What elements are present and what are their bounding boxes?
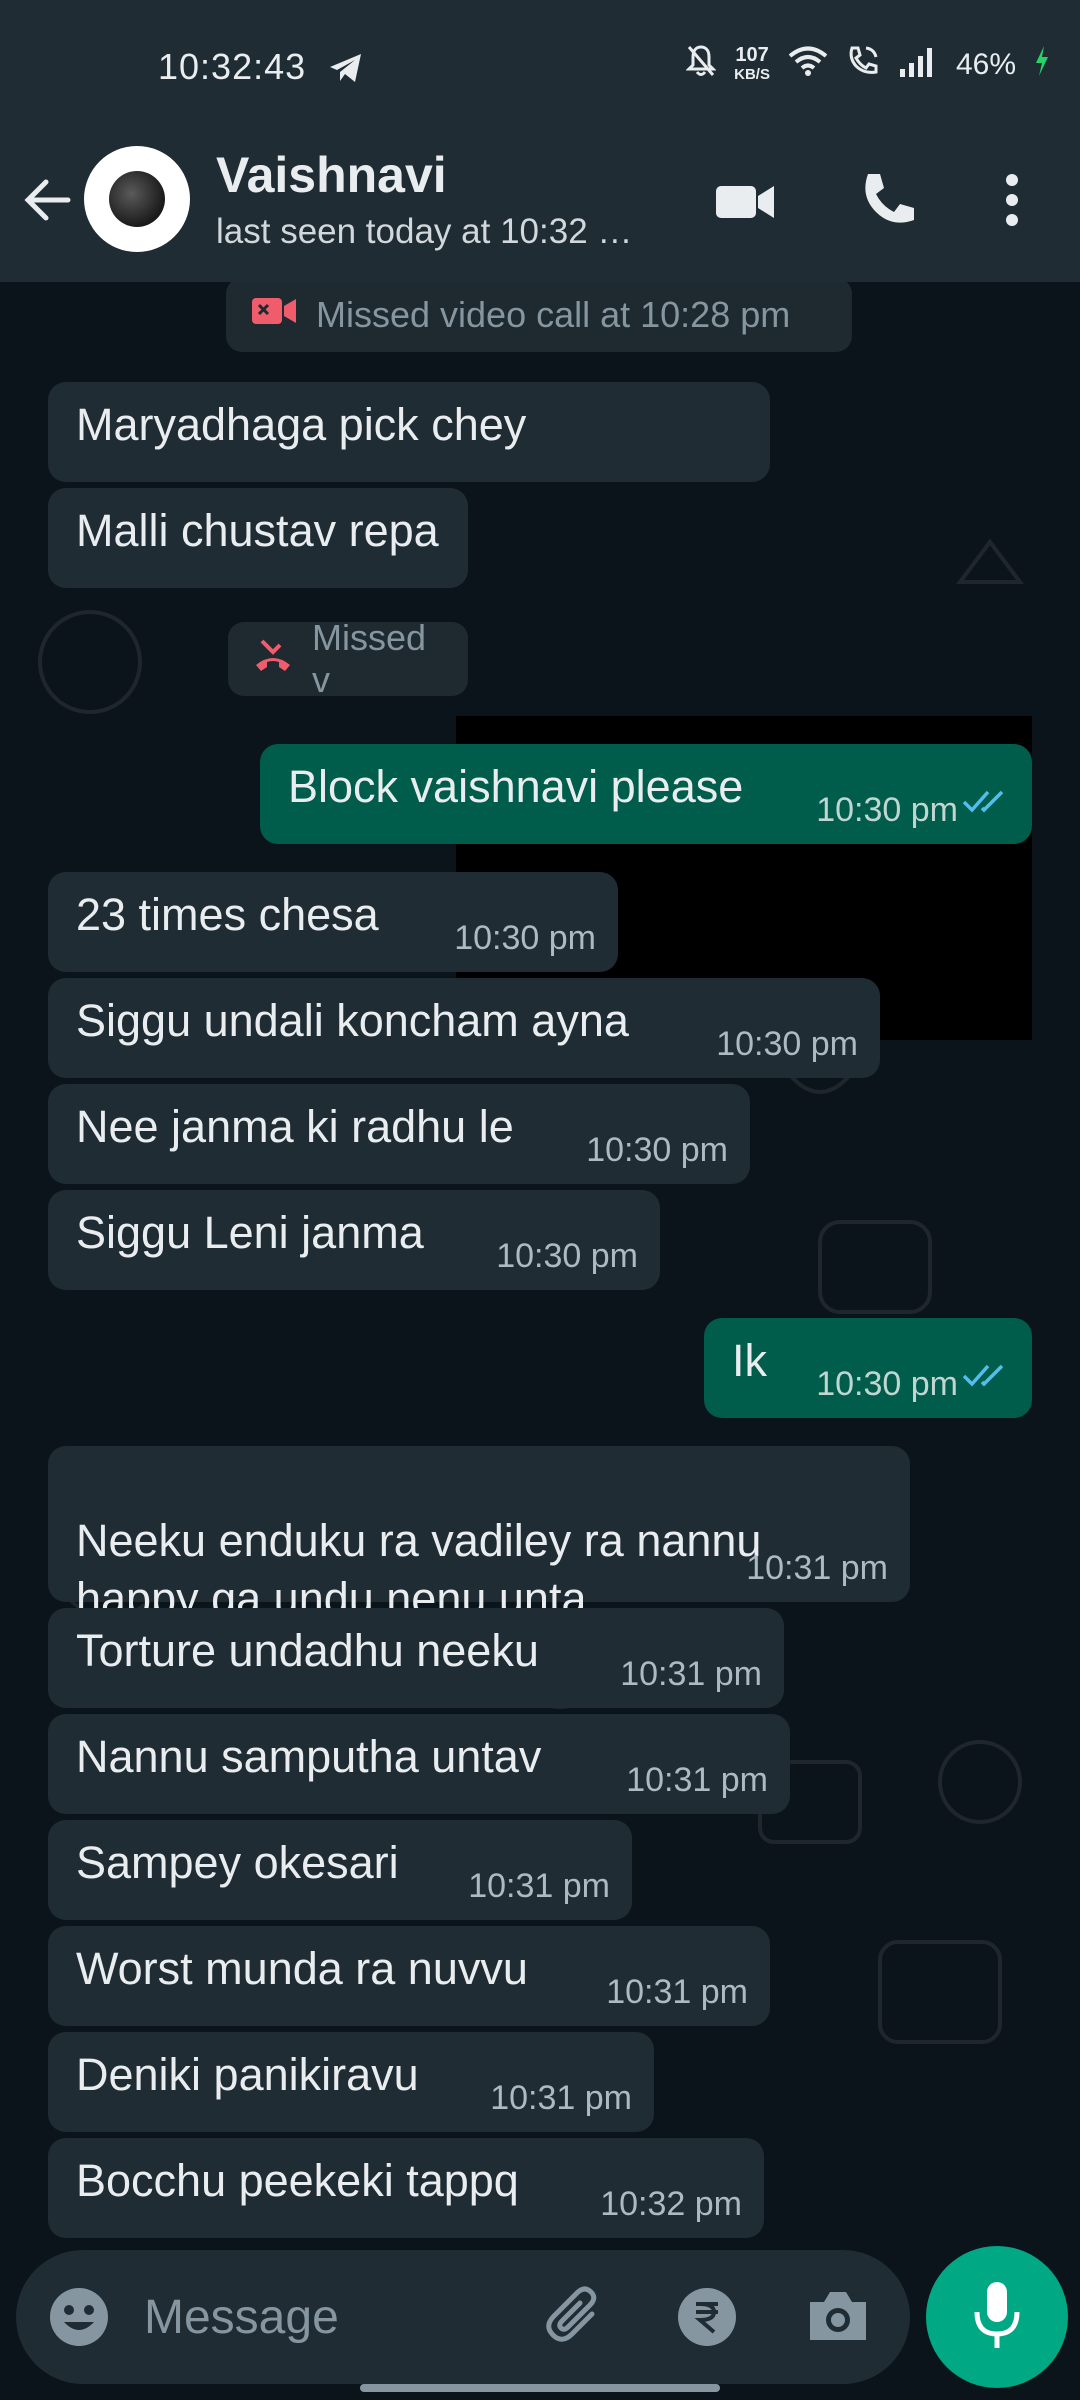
avatar[interactable] [84,146,190,252]
message-time: 10:32 pm [600,2185,742,2223]
message-incoming[interactable]: Maryadhaga pick chey [48,382,770,482]
message-input[interactable]: Message [144,2290,339,2345]
message-time: 10:31 pm [490,2079,632,2117]
message-incoming[interactable]: Torture undadhu neeku 10:31 pm [48,1608,784,1708]
chat-header: Vaishnavi last seen today at 10:32 … [0,140,1080,282]
message-text: Bocchu peekeki tappq [76,2155,519,2206]
message-text: Nee janma ki radhu le [76,1101,514,1152]
signal-icon [898,45,938,85]
message-text: 23 times chesa [76,889,379,940]
missed-voice-call-text: Missed v [312,617,427,700]
status-right-group: 107 KB/S 46% [685,44,1050,86]
message-text: Siggu Leni janma [76,1207,424,1258]
read-ticks-icon [962,1348,1012,1400]
charging-icon [1034,45,1050,85]
message-text: Worst munda ra nuvvu [76,1943,528,1994]
message-time: 10:30 pm [716,1025,858,1063]
message-incoming[interactable]: Worst munda ra nuvvu 10:31 pm [48,1926,770,2026]
system-missed-video-call: Missed video call at 10:28 pm [226,282,852,352]
top-bar: 10:32:43 107 KB/S 46% Vaishnavi last see… [0,0,1080,282]
back-arrow-icon[interactable] [22,174,74,231]
message-incoming[interactable]: Nee janma ki radhu le 10:30 pm [48,1084,750,1184]
message-text: Siggu undali koncham ayna [76,995,629,1046]
message-text: Maryadhaga pick chey [76,399,527,450]
message-incoming[interactable]: Deniki panikiravu 10:31 pm [48,2032,654,2132]
message-time: 10:30 pm [816,1365,958,1403]
home-indicator[interactable] [360,2384,720,2392]
message-text: Malli chustav repa [76,505,439,556]
contact-name[interactable]: Vaishnavi [216,146,447,204]
system-missed-voice-call: Missed v [228,617,468,700]
message-time: 10:30 pm [496,1237,638,1275]
message-outgoing[interactable]: Block vaishnavi please 10:30 pm [260,744,1032,844]
message-input-bar[interactable]: Message [16,2250,910,2384]
voice-call-icon[interactable] [858,170,918,235]
voice-message-button[interactable] [926,2246,1068,2388]
more-options-icon[interactable] [1002,172,1022,233]
message-time: 10:31 pm [746,1549,888,1587]
chat-area[interactable]: Missed video call at 10:28 pm Maryadhaga… [0,282,1080,2240]
wifi-icon [788,45,828,85]
message-incoming[interactable]: Neeku enduku ra vadiley ra nannu happy g… [48,1446,910,1624]
missed-voice-call-icon [252,637,294,682]
status-bar: 10:32:43 107 KB/S 46% [0,0,1080,140]
message-time: 10:31 pm [468,1867,610,1905]
message-incoming[interactable]: Malli chustav repa [48,488,468,588]
message-time: 10:31 pm [626,1761,768,1799]
network-speed-value: 107 [735,44,769,66]
wifi-calling-icon [846,44,880,86]
message-time: 10:30 pm [816,791,958,829]
network-speed-unit: KB/S [734,66,770,83]
message-text: Ik [732,1335,768,1386]
moon-avatar-image [109,171,165,227]
missed-video-call-text: Missed video call at 10:28 pm [316,294,791,335]
attach-icon[interactable] [542,2284,608,2355]
mute-icon [685,44,717,86]
message-incoming[interactable]: Siggu Leni janma 10:30 pm [48,1190,660,1290]
message-text: Block vaishnavi please [288,761,744,812]
message-time: 10:31 pm [606,1973,748,2011]
rupee-payment-icon[interactable] [676,2286,738,2353]
message-outgoing[interactable]: Ik 10:30 pm [704,1318,1032,1418]
message-incoming[interactable]: Bocchu peekeki tappq 10:32 pm [48,2138,764,2238]
message-incoming[interactable]: Siggu undali koncham ayna 10:30 pm [48,978,880,1078]
battery-level: 46% [955,48,1016,81]
message-incoming[interactable]: 23 times chesa 10:30 pm [48,872,618,972]
message-text: Sampey okesari [76,1837,399,1888]
status-time: 10:32:43 [158,46,307,87]
network-speed: 107 KB/S [734,45,770,85]
message-time: 10:31 pm [620,1655,762,1693]
last-seen-status[interactable]: last seen today at 10:32 … [216,212,632,252]
missed-video-call-icon [250,294,298,337]
camera-icon[interactable] [806,2286,870,2351]
message-incoming[interactable]: Sampey okesari 10:31 pm [48,1820,632,1920]
message-text: Deniki panikiravu [76,2049,419,2100]
telegram-icon [328,52,364,89]
message-text: Nannu samputha untav [76,1731,542,1782]
video-call-icon[interactable] [714,170,776,237]
mic-icon [973,2280,1021,2355]
message-text: Torture undadhu neeku [76,1625,539,1676]
message-incoming[interactable]: Nannu samputha untav 10:31 pm [48,1714,790,1814]
message-time: 10:30 pm [454,919,596,957]
read-ticks-icon [962,774,1012,826]
emoji-icon[interactable] [48,2286,110,2353]
message-time: 10:30 pm [586,1131,728,1169]
